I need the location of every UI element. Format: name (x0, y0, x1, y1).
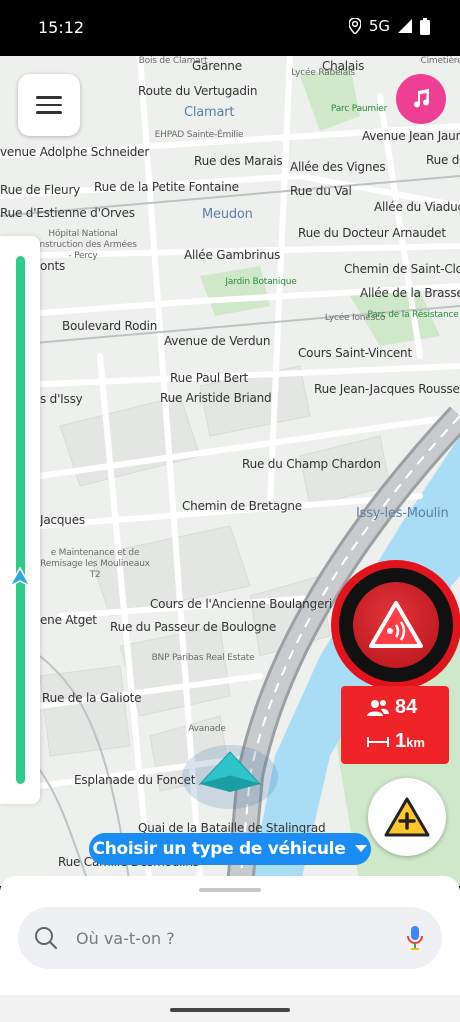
map-label: Allée des Vignes (290, 160, 386, 174)
map-label: onts (40, 259, 66, 273)
map-label: Rue du Val (290, 184, 352, 198)
alert-info-card[interactable]: 84 1km (341, 686, 449, 764)
map-label: Chemin de Saint-Clou (344, 262, 460, 276)
map-label: Avenue de Verdun (164, 334, 271, 348)
alert-button[interactable] (331, 560, 460, 690)
map-label: Garenne (192, 59, 242, 73)
search-icon (35, 927, 58, 950)
report-hazard-button[interactable] (368, 778, 446, 856)
map-label: Route du Vertugadin (138, 84, 258, 98)
map-label: Allée du Viaduc (374, 200, 460, 214)
map-label: Lycée Rabelais (291, 68, 355, 78)
map-label: Cimetière de Trivaux (420, 56, 460, 66)
report-distance: 1 (395, 730, 407, 752)
camera-alert-icon (369, 601, 423, 648)
choose-vehicle-type-button[interactable]: Choisir un type de véhicule (89, 833, 371, 865)
search-input[interactable]: Où va-t-on ? (18, 907, 442, 969)
map-label: Parc de la Résistance (367, 310, 459, 320)
map-label: BNP Paribas Real Estate (151, 653, 255, 663)
distance-icon (367, 736, 389, 747)
caret-down-icon (355, 845, 368, 852)
map-label: Avanade (188, 724, 226, 734)
bottom-sheet[interactable]: Où va-t-on ? (0, 876, 460, 1022)
map-label: Meudon (202, 207, 253, 222)
map-label: Clamart (184, 105, 235, 120)
map-label: Rue du Docteur Arnaudet (298, 226, 446, 240)
microphone-icon[interactable] (407, 926, 423, 950)
music-note-icon (414, 89, 430, 108)
map-label: Allée Gambrinus (184, 248, 281, 262)
position-marker-icon (8, 566, 32, 588)
map-label: Rue d'Estienne d'Orves (0, 206, 135, 220)
route-progress-bar (16, 256, 25, 784)
status-icons: 5G (348, 17, 430, 35)
map-label: Esplanade du Foncet (74, 773, 196, 787)
map-label: e Maintenance et de Remisage les Mouline… (40, 548, 150, 580)
report-count: 84 (395, 696, 418, 718)
map-label: Rue Jean-Jacques Rousse (314, 382, 460, 396)
map-label: Rue du Champ Chardon (242, 457, 381, 471)
status-bar: 15:12 5G (0, 0, 460, 56)
map-label: Hôpital National d'Instruction des Armée… (29, 229, 137, 261)
map-label: venue Adolphe Schneider (0, 145, 150, 159)
map-label: Boulevard Rodin (62, 319, 158, 333)
map-label: Jardin Botanique (225, 277, 297, 287)
home-gesture-bar[interactable] (170, 1008, 290, 1012)
status-time: 15:12 (38, 18, 85, 37)
map-label: Allée de la Brasse (360, 286, 460, 300)
map-label: EHPAD Sainte-Émilie (154, 130, 244, 140)
map-label: Rue de (426, 153, 460, 167)
vehicle-type-label: Choisir un type de véhicule (92, 839, 346, 859)
signal-icon (398, 19, 412, 33)
map-label: ene Atget (40, 613, 97, 627)
route-progress-panel (0, 236, 40, 804)
map-label: Rue Aristide Briand (160, 391, 272, 405)
map-label: Cours Saint-Vincent (298, 346, 412, 360)
map-label: Rue du Passeur de Boulogne (110, 620, 277, 634)
map-label: Rue de la Galiote (42, 691, 142, 705)
map-label: Jacques (40, 513, 85, 527)
map-label: s d'Issy (40, 392, 83, 406)
search-placeholder: Où va-t-on ? (76, 929, 175, 948)
map-label: Chemin de Bretagne (182, 499, 302, 513)
map-label: Avenue Jean Jaurès (362, 129, 460, 143)
music-button[interactable] (396, 74, 446, 124)
menu-button[interactable] (18, 74, 80, 136)
map-label: Rue Paul Bert (170, 371, 249, 385)
current-location-arrow-icon (182, 745, 278, 809)
report-distance-unit: km (406, 735, 425, 750)
map-label: Issy-les-Moulin (356, 506, 449, 521)
location-icon (348, 18, 361, 34)
menu-icon (36, 96, 62, 99)
battery-icon (420, 17, 430, 35)
users-icon (367, 699, 389, 716)
add-report-icon (384, 797, 430, 837)
map-label: Rue de Fleury (0, 183, 81, 197)
map-label: Cours de l'Ancienne Boulangeri (150, 597, 333, 611)
system-nav-bar (0, 995, 460, 1022)
network-type: 5G (368, 17, 390, 35)
map-label: Rue de la Petite Fontaine (94, 180, 239, 194)
map-label: Rue des Marais (194, 154, 283, 168)
sheet-drag-handle[interactable] (199, 888, 261, 892)
